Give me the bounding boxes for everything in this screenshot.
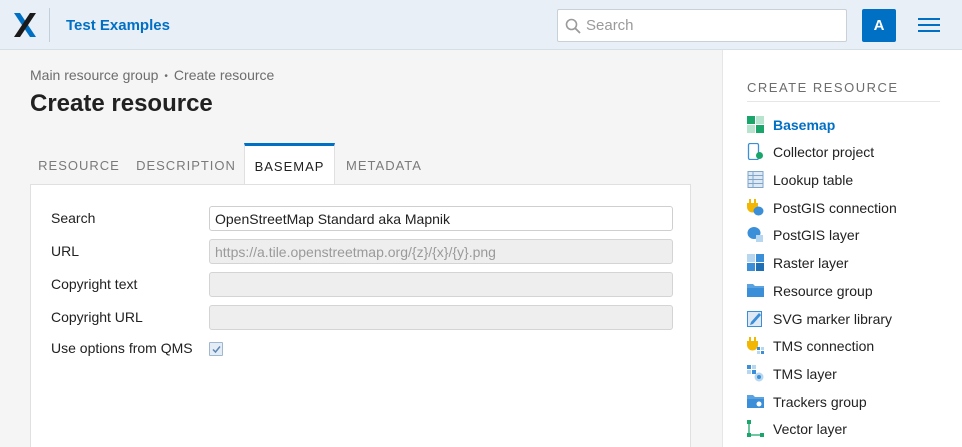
top-bar: Test Examples A	[0, 0, 962, 50]
app-title-link[interactable]: Test Examples	[66, 17, 170, 34]
sidebar-item-label: Resource group	[773, 283, 873, 299]
search-input[interactable]	[586, 10, 841, 41]
app-logo-icon[interactable]	[14, 13, 36, 37]
sidebar-item-label: Vector layer	[773, 421, 847, 437]
tab-resource[interactable]: RESOURCE	[30, 143, 128, 185]
sidebar-item-label: SVG marker library	[773, 311, 893, 327]
sidebar-item-label: Basemap	[773, 117, 836, 133]
sidebar-item-resource-group[interactable]: Resource group	[747, 280, 947, 302]
basemap-icon	[747, 116, 764, 133]
copyright-text-label: Copyright text	[51, 276, 138, 292]
breadcrumb-current: Create resource	[173, 67, 275, 83]
basemap-search-input[interactable]	[209, 206, 673, 231]
sidebar-item-label: Lookup table	[773, 172, 854, 188]
sidebar-item-lookup-table[interactable]: Lookup table	[747, 169, 947, 191]
sidebar-item-svg-marker-library[interactable]: SVG marker library	[747, 308, 947, 330]
tab-description[interactable]: DESCRIPTION	[130, 143, 242, 185]
sidebar-item-basemap[interactable]: Basemap	[747, 114, 947, 136]
breadcrumb: Main resource group • Create resource	[30, 67, 274, 83]
raster-layer-icon	[747, 254, 764, 271]
collector-project-icon	[747, 143, 763, 160]
user-avatar-button[interactable]: A	[862, 9, 896, 42]
trackers-group-icon	[747, 395, 764, 408]
postgis-layer-icon	[747, 227, 763, 242]
sidebar-item-label: TMS layer	[773, 366, 837, 382]
vector-layer-icon	[747, 420, 764, 437]
sidebar-item-label: TMS connection	[773, 338, 875, 354]
copyright-url-input	[209, 305, 673, 330]
tab-metadata[interactable]: METADATA	[337, 143, 431, 185]
sidebar-item-vector-layer[interactable]: Vector layer	[747, 418, 947, 440]
search-icon	[565, 18, 581, 34]
lookup-table-icon	[747, 171, 764, 188]
hamburger-menu-icon[interactable]	[918, 18, 940, 34]
folder-icon	[747, 284, 764, 297]
use-qms-label: Use options from QMS	[51, 340, 193, 356]
use-qms-checkbox[interactable]	[209, 342, 223, 356]
checkmark-icon	[212, 346, 221, 354]
postgis-connection-icon	[747, 199, 764, 216]
tms-layer-icon	[747, 365, 764, 382]
sidebar-heading: CREATE RESOURCE	[747, 80, 899, 95]
sidebar-item-label: Trackers group	[773, 394, 867, 410]
copyright-url-label: Copyright URL	[51, 309, 143, 325]
sidebar-item-label: Raster layer	[773, 255, 849, 271]
breadcrumb-link-main-resource-group[interactable]: Main resource group	[30, 67, 158, 83]
sidebar-item-postgis-connection[interactable]: PostGIS connection	[747, 197, 947, 219]
sidebar-item-postgis-layer[interactable]: PostGIS layer	[747, 224, 947, 246]
sidebar-item-tms-layer[interactable]: TMS layer	[747, 363, 947, 385]
create-resource-sidebar: CREATE RESOURCE Basemap Collector projec…	[722, 50, 962, 447]
search-field-label: Search	[51, 210, 96, 226]
sidebar-item-label: PostGIS connection	[773, 200, 897, 216]
page-title: Create resource	[30, 90, 213, 117]
sidebar-item-tms-connection[interactable]: TMS connection	[747, 335, 947, 357]
basemap-form-panel: Search URL Copyright text Copyright URL …	[30, 184, 691, 447]
sidebar-divider	[747, 101, 940, 102]
url-field-label: URL	[51, 243, 80, 259]
copyright-text-input	[209, 272, 673, 297]
svg-marker-library-icon	[747, 311, 762, 327]
header-divider	[49, 8, 50, 42]
breadcrumb-separator: •	[164, 71, 168, 82]
sidebar-item-collector-project[interactable]: Collector project	[747, 141, 947, 163]
sidebar-item-label: Collector project	[773, 144, 875, 160]
search-box[interactable]	[557, 9, 847, 42]
sidebar-item-trackers-group[interactable]: Trackers group	[747, 391, 947, 413]
tms-connection-icon	[747, 337, 764, 354]
sidebar-item-raster-layer[interactable]: Raster layer	[747, 252, 947, 274]
url-input	[209, 239, 673, 264]
sidebar-item-label: PostGIS layer	[773, 227, 860, 243]
tab-basemap[interactable]: BASEMAP	[244, 143, 335, 185]
